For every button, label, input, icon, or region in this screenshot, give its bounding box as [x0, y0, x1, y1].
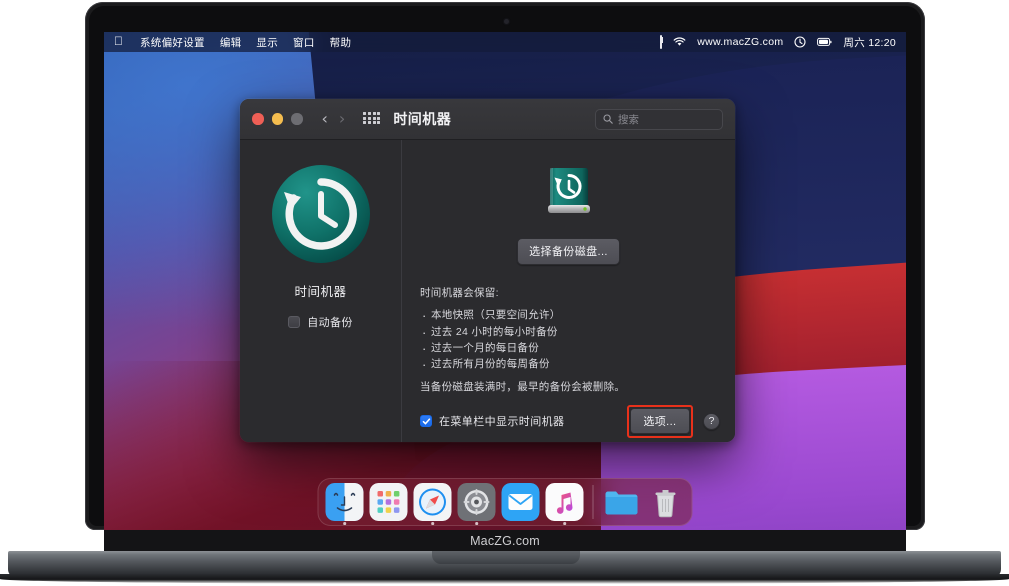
auto-backup-checkbox[interactable]	[288, 316, 300, 328]
chevron-left-icon[interactable]: ‹	[322, 111, 328, 127]
show-in-menubar-row[interactable]: 在菜单栏中显示时间机器	[420, 413, 564, 429]
dock-separator	[593, 485, 594, 519]
laptop-brand-bezel: MacZG.com	[104, 530, 906, 552]
retention-item: 本地快照（只要空间允许）	[420, 307, 717, 323]
running-indicator	[431, 522, 434, 525]
screen:  系统偏好设置 编辑 显示 窗口 帮助 www.macZG.com	[104, 32, 906, 530]
left-pane: 时间机器 自动备份	[240, 140, 402, 442]
traffic-lights	[252, 113, 303, 125]
menu-bar:  系统偏好设置 编辑 显示 窗口 帮助 www.macZG.com	[104, 32, 906, 52]
dock-item-trash[interactable]	[647, 483, 685, 521]
laptop-frame:  系统偏好设置 编辑 显示 窗口 帮助 www.macZG.com	[0, 0, 1009, 586]
retention-item: 过去 24 小时的每小时备份	[420, 324, 717, 340]
dock-item-system-preferences[interactable]	[458, 483, 496, 521]
running-indicator	[343, 522, 346, 525]
retention-item: 过去所有月份的每周备份	[420, 356, 717, 372]
dock-item-safari[interactable]	[414, 483, 452, 521]
left-pane-title: 时间机器	[294, 281, 346, 300]
retention-item: 过去一个月的每日备份	[420, 340, 717, 356]
retention-footer: 当备份磁盘装满时，最早的备份会被删除。	[420, 379, 717, 395]
auto-backup-row[interactable]: 自动备份	[288, 314, 353, 330]
minimize-button[interactable]	[272, 113, 284, 125]
clock-icon[interactable]	[794, 36, 806, 48]
retention-info: 时间机器会保留: 本地快照（只要空间允许） 过去 24 小时的每小时备份 过去一…	[420, 285, 717, 396]
dock-item-finder[interactable]	[326, 483, 364, 521]
launchpad-icon	[370, 483, 408, 521]
menu-item-view[interactable]: 显示	[256, 35, 278, 50]
window-title: 时间机器	[393, 109, 451, 129]
safari-icon	[414, 483, 452, 521]
brand-bezel-text: MacZG.com	[470, 534, 540, 548]
window-bottom-bar: 在菜单栏中显示时间机器 选项... ?	[402, 400, 735, 442]
display-icon[interactable]	[660, 36, 662, 48]
options-highlight-box: 选项...	[627, 405, 693, 438]
dock	[318, 478, 693, 526]
menubar-site-label: www.macZG.com	[697, 36, 783, 48]
backup-disk-icon	[538, 160, 600, 222]
battery-icon[interactable]	[817, 37, 832, 47]
folder-icon	[603, 483, 641, 521]
retention-heading: 时间机器会保留:	[420, 285, 717, 301]
laptop-base-notch	[432, 551, 580, 564]
show-in-menubar-checkbox[interactable]	[420, 415, 432, 427]
help-button[interactable]: ?	[703, 413, 720, 430]
laptop-base-shadow	[0, 574, 1009, 584]
options-button[interactable]: 选项...	[630, 408, 689, 434]
trash-icon	[647, 483, 685, 521]
menu-item-help[interactable]: 帮助	[330, 35, 352, 50]
search-field[interactable]: 搜索	[595, 109, 723, 130]
dock-item-downloads-folder[interactable]	[603, 483, 641, 521]
zoom-button[interactable]	[291, 113, 303, 125]
choose-backup-disk-button[interactable]: 选择备份磁盘...	[517, 238, 620, 265]
right-pane: 选择备份磁盘... 时间机器会保留: 本地快照（只要空间允许） 过去 24 小时…	[402, 140, 735, 442]
running-indicator	[475, 522, 478, 525]
apple-logo-icon[interactable]: 	[114, 35, 123, 47]
search-icon	[603, 114, 613, 124]
auto-backup-label: 自动备份	[307, 314, 353, 330]
dock-item-launchpad[interactable]	[370, 483, 408, 521]
time-machine-preferences-window: ‹ › 时间机器 搜索	[240, 99, 735, 442]
finder-icon	[326, 483, 364, 521]
close-button[interactable]	[252, 113, 264, 125]
window-titlebar: ‹ › 时间机器 搜索	[240, 99, 735, 140]
chevron-right-icon[interactable]: ›	[339, 111, 345, 127]
menubar-datetime[interactable]: 周六 12:20	[843, 35, 896, 50]
mail-icon	[502, 483, 540, 521]
menu-item-system-preferences[interactable]: 系统偏好设置	[140, 35, 205, 50]
window-body: 时间机器 自动备份	[240, 140, 735, 442]
show-all-grid-icon[interactable]	[363, 112, 379, 126]
camera-dot-icon	[504, 19, 509, 24]
wifi-icon[interactable]	[673, 37, 686, 47]
time-machine-icon	[269, 162, 373, 266]
music-icon	[546, 483, 584, 521]
retention-list: 本地快照（只要空间允许） 过去 24 小时的每小时备份 过去一个月的每日备份 过…	[420, 307, 717, 372]
system-preferences-icon	[458, 483, 496, 521]
dock-item-music[interactable]	[546, 483, 584, 521]
menu-item-window[interactable]: 窗口	[293, 35, 315, 50]
search-placeholder: 搜索	[618, 112, 639, 127]
dock-item-mail[interactable]	[502, 483, 540, 521]
menu-item-edit[interactable]: 编辑	[220, 35, 242, 50]
show-in-menubar-label: 在菜单栏中显示时间机器	[439, 413, 564, 429]
running-indicator	[563, 522, 566, 525]
